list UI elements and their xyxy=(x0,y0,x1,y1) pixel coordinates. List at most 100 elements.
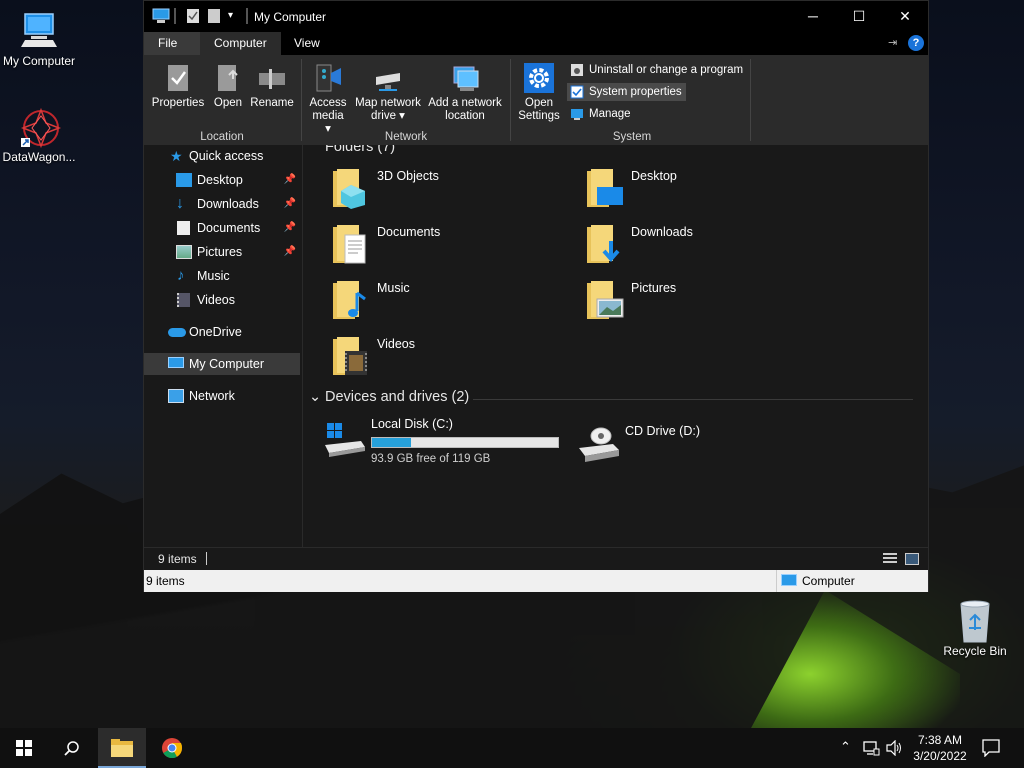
minimize-button[interactable]: ─ xyxy=(790,1,836,32)
recycle-bin-icon xyxy=(955,600,995,643)
open-settings-label-2: Settings xyxy=(518,110,560,122)
content-pane: Folders (7) 3D Objects Desktop Documents… xyxy=(303,145,928,547)
ribbon-group-network: Network xyxy=(384,131,428,143)
properties-button[interactable]: Properties xyxy=(150,63,206,110)
settings-gear-icon xyxy=(524,63,554,93)
devices-section-chevron[interactable]: ⌄ xyxy=(309,389,321,405)
computer-icon xyxy=(152,8,170,24)
item-count-secondary: 9 items xyxy=(146,574,185,588)
folder-item-pictures[interactable]: Pictures xyxy=(581,277,821,327)
nav-item-downloads[interactable]: ↓ Downloads 📌 xyxy=(144,193,300,215)
nav-item-label: Quick access xyxy=(189,149,264,163)
drive-item-local-disk-c[interactable]: Local Disk (C:) 93.9 GB free of 119 GB xyxy=(321,413,571,465)
uninstall-program-label: Uninstall or change a program xyxy=(589,64,744,76)
volume-icon[interactable] xyxy=(886,740,904,756)
taskbar-file-explorer[interactable] xyxy=(98,728,146,768)
uninstall-program-button[interactable]: Uninstall or change a program xyxy=(567,61,747,79)
start-button[interactable] xyxy=(0,728,48,768)
folder-label: Videos xyxy=(377,337,415,351)
navigation-pane: ★ Quick access Desktop 📌 ↓ Downloads 📌 D… xyxy=(144,145,303,547)
nav-item-my-computer[interactable]: My Computer xyxy=(144,353,300,375)
datawagon-logo-icon xyxy=(19,106,62,149)
pin-icon: 📌 xyxy=(283,198,296,209)
large-icons-view-icon[interactable] xyxy=(905,553,919,565)
folder-item-documents[interactable]: Documents xyxy=(327,221,567,271)
nav-item-pictures[interactable]: Pictures 📌 xyxy=(144,241,300,263)
tab-file[interactable]: File xyxy=(144,32,200,55)
system-properties-label: System properties xyxy=(589,86,682,98)
chrome-icon xyxy=(162,738,183,759)
folder-label: Downloads xyxy=(631,225,693,239)
action-center-icon[interactable] xyxy=(982,739,1000,757)
rename-label: Rename xyxy=(250,97,294,109)
document-icon xyxy=(177,221,190,235)
add-network-location-button[interactable]: Add a network location xyxy=(426,63,504,123)
network-status-icon[interactable] xyxy=(862,740,880,756)
maximize-button[interactable]: ☐ xyxy=(836,1,882,32)
tab-computer[interactable]: Computer xyxy=(200,32,281,55)
computer-icon xyxy=(19,10,59,50)
tab-view[interactable]: View xyxy=(280,32,334,55)
cloud-icon xyxy=(168,328,186,337)
computer-icon xyxy=(168,357,184,368)
desktop-icon-my-computer[interactable]: My Computer xyxy=(0,10,81,68)
clock-date: 3/20/2022 xyxy=(913,749,967,763)
rename-icon xyxy=(257,63,287,93)
pin-icon: 📌 xyxy=(283,222,296,233)
nav-item-videos[interactable]: Videos xyxy=(144,289,300,311)
folder-item-downloads[interactable]: Downloads xyxy=(581,221,821,271)
close-button[interactable]: ✕ xyxy=(882,1,928,32)
manage-button[interactable]: Manage xyxy=(567,105,635,123)
nav-item-network[interactable]: Network xyxy=(144,385,300,407)
properties-icon xyxy=(163,63,193,93)
desktop-icon-recycle-bin[interactable]: Recycle Bin xyxy=(933,600,1017,658)
uninstall-icon xyxy=(570,63,584,77)
desktop-icon-label: Recycle Bin xyxy=(943,644,1007,658)
map-network-drive-label: Map network xyxy=(355,97,421,109)
folder-item-music[interactable]: Music xyxy=(327,277,567,327)
open-button[interactable]: Open xyxy=(208,63,248,110)
help-icon[interactable]: ? xyxy=(908,35,924,51)
drive-item-cd-drive-d[interactable]: CD Drive (D:) xyxy=(575,420,825,470)
status-location: Computer xyxy=(802,574,855,588)
devices-section-header[interactable]: Devices and drives (2) xyxy=(325,389,469,405)
folder-item-desktop[interactable]: Desktop xyxy=(581,165,821,215)
taskbar-chrome[interactable] xyxy=(148,728,196,768)
network-location-icon xyxy=(450,63,480,93)
folder-downloads-icon xyxy=(587,225,620,263)
manage-icon xyxy=(570,107,584,121)
nav-item-desktop[interactable]: Desktop 📌 xyxy=(144,169,300,191)
ribbon: Properties Open Rename Location Access m… xyxy=(144,55,928,145)
new-folder-quick-icon[interactable] xyxy=(207,8,221,24)
customize-quick-access-icon[interactable]: ▾ xyxy=(228,8,240,24)
ribbon-group-location: Location xyxy=(200,131,244,143)
details-view-icon[interactable] xyxy=(883,553,897,565)
rename-button[interactable]: Rename xyxy=(250,63,294,110)
open-settings-label: Open xyxy=(524,97,554,109)
desktop-icon-datawagon[interactable]: DataWagon... xyxy=(0,106,81,164)
nav-item-documents[interactable]: Documents 📌 xyxy=(144,217,300,239)
secondary-status-bar: 9 items Computer xyxy=(144,570,928,592)
nav-item-label: OneDrive xyxy=(189,325,242,339)
access-media-button[interactable]: Access media ▾ xyxy=(308,63,348,136)
nav-item-music[interactable]: ♪ Music xyxy=(144,265,300,287)
folder-item-3d-objects[interactable]: 3D Objects xyxy=(327,165,567,215)
pin-icon: 📌 xyxy=(283,246,296,257)
pin-ribbon-icon[interactable]: ⇥ xyxy=(888,36,897,49)
system-clock[interactable]: 7:38 AM 3/20/2022 xyxy=(905,732,975,764)
nav-item-quick-access[interactable]: ★ Quick access xyxy=(144,145,300,167)
open-settings-button[interactable]: Open Settings xyxy=(516,63,562,123)
title-bar: ▾ My Computer ─ ☐ ✕ xyxy=(144,1,928,32)
map-network-drive-button[interactable]: Map network drive ▾ xyxy=(352,63,424,123)
folder-label: 3D Objects xyxy=(377,169,439,183)
show-hidden-icons-icon[interactable]: ⌃ xyxy=(840,739,851,755)
nav-item-label: My Computer xyxy=(189,357,265,371)
folder-item-videos[interactable]: Videos xyxy=(327,333,567,383)
nav-item-onedrive[interactable]: OneDrive xyxy=(144,321,300,343)
search-button[interactable] xyxy=(48,728,96,768)
nav-item-label: Network xyxy=(189,389,235,403)
properties-quick-icon[interactable] xyxy=(186,8,200,24)
desktop-icon-label: My Computer xyxy=(2,54,76,68)
folders-section-header[interactable]: Folders (7) xyxy=(325,145,395,155)
system-properties-button[interactable]: System properties xyxy=(567,83,686,101)
